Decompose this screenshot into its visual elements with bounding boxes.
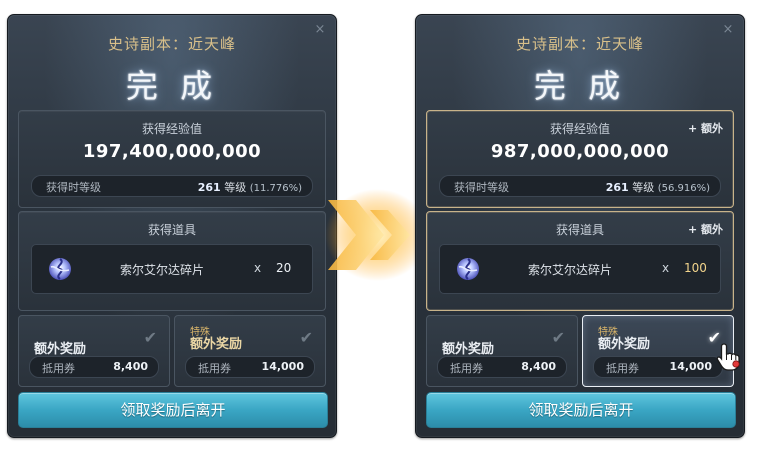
item-multiplier: x <box>254 261 262 275</box>
voucher-bar: 抵用券 14,000 <box>185 356 315 378</box>
sol-erda-fragment-icon <box>49 258 71 280</box>
voucher-bar: 抵用券 8,400 <box>437 356 567 378</box>
item-name: 索尔艾尔达碎片 <box>527 263 612 277</box>
level-unit: 等级 <box>224 181 247 194</box>
sol-erda-fragment-icon <box>457 258 479 280</box>
bonus-label: 额外奖励 <box>34 342 87 357</box>
items-section: 获得道具 + 额外 索尔艾尔达碎片 x 100 <box>426 211 734 311</box>
level-number: 261 <box>197 181 221 194</box>
special-bonus-reward-option[interactable]: 特殊 额外奖励 ✔ 抵用券 14,000 <box>582 315 734 387</box>
voucher-bar: 抵用券 14,000 <box>593 356 723 378</box>
voucher-label: 抵用券 <box>450 362 483 375</box>
dungeon-title: 史诗副本：近天峰 <box>515 35 644 53</box>
level-unit: 等级 <box>632 181 655 194</box>
item-multiplier: x <box>662 261 670 275</box>
item-row: 索尔艾尔达碎片 x 100 <box>439 244 721 294</box>
items-section: 获得道具 索尔艾尔达碎片 x 20 <box>18 211 326 311</box>
voucher-value: 8,400 <box>113 360 148 373</box>
hand-cursor-icon <box>716 343 740 371</box>
complete-title: 完 成 <box>125 67 219 105</box>
voucher-value: 14,000 <box>261 360 304 373</box>
dungeon-title: 史诗副本：近天峰 <box>107 35 236 53</box>
level-bar: 获得时等级 261 等级 (56.916%) <box>439 175 721 197</box>
check-icon: ✔ <box>299 328 313 347</box>
check-icon: ✔ <box>143 328 157 347</box>
claim-and-leave-button[interactable]: 领取奖励后离开 <box>426 392 736 428</box>
exp-section: 获得经验值 197,400,000,000 获得时等级 261 等级 (11.7… <box>18 110 326 208</box>
item-quantity: 100 <box>684 261 707 275</box>
exp-value: 987,000,000,000 <box>490 141 670 162</box>
result-panel-before: × 史诗副本：近天峰 完 成 获得经验值 197,400,000,000 获得时… <box>7 14 337 438</box>
bonus-label: 额外奖励 <box>442 342 495 357</box>
result-panel-after: × 史诗副本：近天峰 完 成 获得经验值 + 额外 987,000,000,00… <box>415 14 745 438</box>
item-quantity: 20 <box>276 261 292 275</box>
voucher-value: 8,400 <box>521 360 556 373</box>
bonus-label: 额外奖励 <box>190 337 243 352</box>
exp-section-title: 获得经验值 <box>141 122 202 136</box>
level-label: 获得时等级 <box>46 181 101 194</box>
check-icon: ✔ <box>551 328 565 347</box>
item-name: 索尔艾尔达碎片 <box>119 263 204 277</box>
exp-value: 197,400,000,000 <box>82 141 262 162</box>
special-bonus-reward-option[interactable]: 特殊 额外奖励 ✔ 抵用券 14,000 <box>174 315 326 387</box>
bonus-reward-option[interactable]: 额外奖励 ✔ 抵用券 8,400 <box>18 315 170 387</box>
voucher-bar: 抵用券 8,400 <box>29 356 159 378</box>
voucher-value: 14,000 <box>669 360 712 373</box>
bonus-label: 额外奖励 <box>598 337 651 352</box>
level-value: 261 等级 (11.776%) <box>198 179 302 195</box>
extra-tag: + 额外 <box>687 122 723 135</box>
voucher-label: 抵用券 <box>42 362 75 375</box>
bonus-reward-option[interactable]: 额外奖励 ✔ 抵用券 8,400 <box>426 315 578 387</box>
claim-and-leave-button[interactable]: 领取奖励后离开 <box>18 392 328 428</box>
level-number: 261 <box>605 181 629 194</box>
voucher-label: 抵用券 <box>606 362 639 375</box>
level-label: 获得时等级 <box>454 181 509 194</box>
item-row: 索尔艾尔达碎片 x 20 <box>31 244 313 294</box>
exp-section: 获得经验值 + 额外 987,000,000,000 获得时等级 261 等级 … <box>426 110 734 208</box>
level-bar: 获得时等级 261 等级 (11.776%) <box>31 175 313 197</box>
level-percent: (56.916%) <box>657 183 710 194</box>
voucher-label: 抵用券 <box>198 362 231 375</box>
level-value: 261 等级 (56.916%) <box>606 179 710 195</box>
extra-tag: + 额外 <box>687 223 723 236</box>
level-percent: (11.776%) <box>249 183 302 194</box>
items-section-title: 获得道具 <box>147 223 196 237</box>
complete-title: 完 成 <box>533 67 627 105</box>
